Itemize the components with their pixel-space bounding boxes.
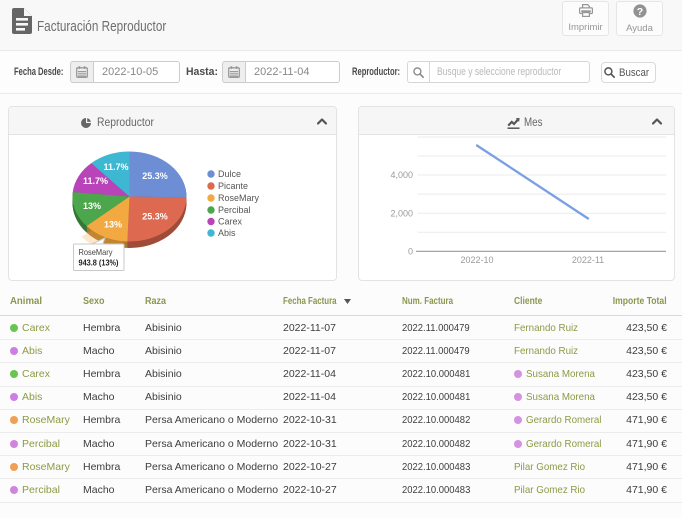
svg-text:Picante: Picante [218,181,248,191]
svg-text:Abis: Abis [218,228,236,238]
svg-text:2022-11: 2022-11 [572,255,604,265]
svg-text:25.3%: 25.3% [142,171,168,181]
svg-text:0: 0 [408,247,413,257]
svg-text:Carex: Carex [218,217,243,227]
svg-text:4,000: 4,000 [390,170,413,180]
svg-text:943.8 (13%): 943.8 (13%) [79,258,119,268]
svg-text:13%: 13% [83,201,101,211]
svg-text:13%: 13% [104,220,122,230]
svg-text:Dulce: Dulce [218,169,241,179]
svg-text:?: ? [636,6,642,18]
svg-text:11.7%: 11.7% [83,176,108,186]
svg-text:2,000: 2,000 [390,209,413,219]
svg-text:2022-10: 2022-10 [460,255,493,265]
svg-text:Percibal: Percibal [218,205,251,215]
svg-text:25.3%: 25.3% [142,212,168,222]
svg-text:11.7%: 11.7% [103,162,128,172]
svg-text:RoseMary: RoseMary [218,193,260,203]
svg-text:RoseMary: RoseMary [79,247,114,257]
